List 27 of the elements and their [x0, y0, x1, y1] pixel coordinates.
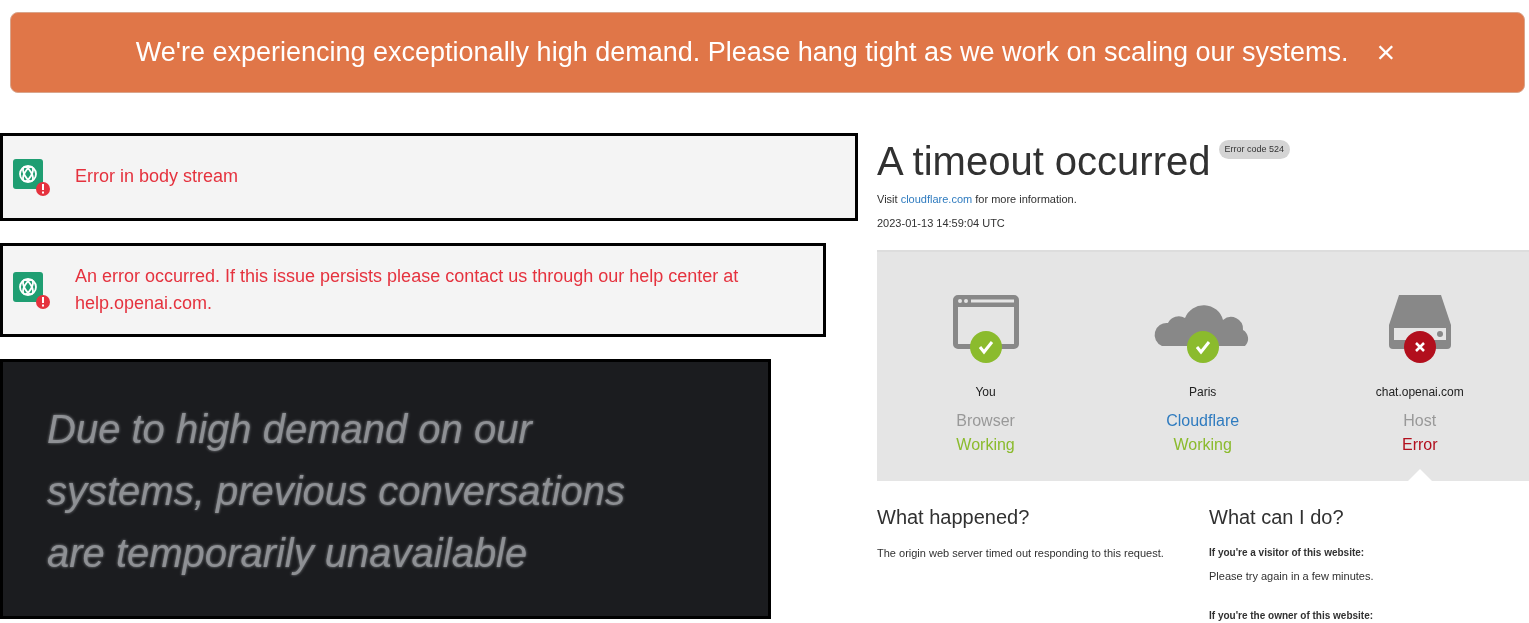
service-link[interactable]: Cloudflare — [1094, 408, 1312, 433]
info-text: Visit cloudflare.com for more information. — [877, 191, 1078, 207]
service-name: Browser — [955, 410, 1016, 431]
description-text: The origin web server timed out responding to this request. — [877, 545, 1165, 561]
page-title: A timeout occurred — [877, 138, 1211, 183]
chatbot-avatar-icon — [11, 156, 51, 197]
status-text: Working — [955, 434, 1016, 455]
close-button[interactable]: × — [1372, 36, 1400, 69]
advice-text: Please try again in a few minutes. — [1209, 568, 1374, 584]
section-heading: What happened? — [877, 504, 1031, 529]
section-heading: What can I do? — [1209, 504, 1345, 529]
banner-message: We're experiencing exceptionally high demand. Please hang tight as we work on scaling our systems. — [135, 36, 1349, 69]
status-text: Error — [1401, 434, 1439, 455]
location-label: You — [974, 383, 997, 401]
location-label: chat.openai.com — [1374, 383, 1465, 401]
service-name: Host — [1402, 410, 1438, 431]
location-label: Paris — [1188, 383, 1218, 401]
chatbot-avatar-icon — [11, 269, 51, 310]
timestamp: 2023-01-13 14:59:04 UTC — [877, 216, 1006, 231]
status-text: Working — [1172, 434, 1233, 455]
error-code-badge: Error code 524 — [1218, 139, 1291, 160]
notice-message: Due to high demand on our systems, previous conversations are temporarily unavailable — [47, 405, 626, 577]
visitor-label: If you're a visitor of this website: — [1209, 545, 1366, 560]
cloudflare-link[interactable]: cloudflare.com — [900, 192, 973, 205]
error-message: An error occurred. If this issue persists please contact us through our help center at help.openai.com. — [75, 264, 740, 315]
owner-label: If you're the owner of this website: — [1209, 609, 1374, 623]
error-message: Error in body stream — [75, 165, 239, 188]
